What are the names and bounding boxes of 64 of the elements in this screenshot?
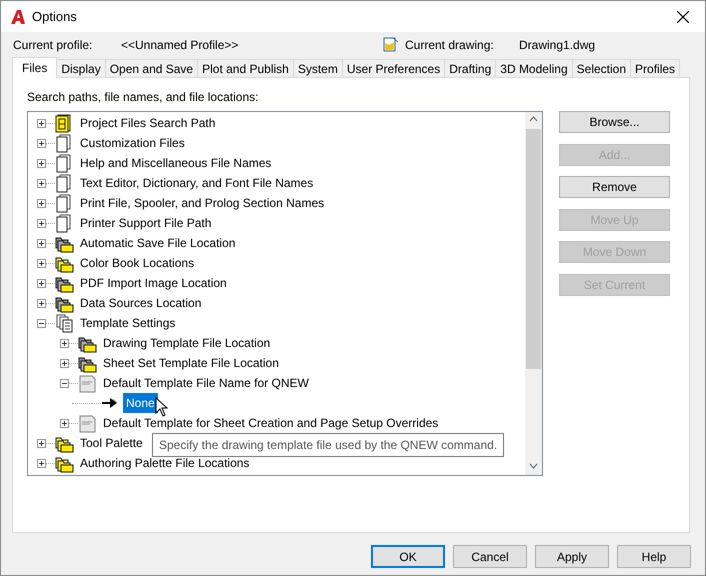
expander[interactable] (37, 118, 46, 128)
dialog-button[interactable]: Apply (535, 545, 609, 568)
tab[interactable]: System (292, 59, 343, 77)
side-button[interactable]: Browse... (559, 111, 670, 133)
side-button[interactable]: Remove (559, 176, 670, 198)
tab[interactable]: Open and Save (104, 59, 198, 77)
tree-item[interactable]: PDF Import Image Location (77, 273, 230, 293)
tab[interactable]: Profiles (630, 59, 680, 77)
expander[interactable] (37, 218, 46, 228)
close-icon (677, 10, 689, 22)
scroll-thumb[interactable] (526, 129, 541, 369)
expander[interactable] (60, 418, 69, 428)
tab[interactable]: Files (12, 57, 58, 78)
template-documents-icon (55, 314, 74, 332)
expander[interactable] (37, 298, 46, 308)
tree-item[interactable]: Tool Palette (77, 433, 146, 453)
expander[interactable] (37, 438, 46, 448)
expander[interactable] (60, 378, 69, 388)
tree-item[interactable]: Default Template File Name for QNEW (100, 373, 312, 393)
tree-item[interactable]: Help and Miscellaneous File Names (77, 153, 274, 173)
expander[interactable] (37, 458, 46, 468)
scrollbar[interactable] (525, 112, 542, 475)
tree-label: Search paths, file names, and file locations: (27, 89, 260, 106)
mouse-pointer-icon (155, 397, 168, 417)
file-locations-tree[interactable] (27, 111, 543, 476)
profile-name: <<Unnamed Profile>> (121, 36, 240, 54)
tree-item[interactable]: Template Settings (77, 313, 178, 333)
profile-label: Current profile: (13, 36, 94, 54)
expander[interactable] (37, 138, 46, 148)
drawing-file-icon (383, 36, 399, 52)
tooltip: Specify the drawing template file used by the QNEW command. (152, 433, 504, 457)
expander[interactable] (37, 178, 46, 188)
expander[interactable] (37, 258, 46, 268)
tree-item[interactable]: Printer Support File Path (77, 213, 214, 233)
tree-item[interactable]: Color Book Locations (77, 253, 198, 273)
expander[interactable] (60, 358, 69, 368)
template-file-icon (78, 374, 97, 392)
tree-item[interactable]: Drawing Template File Location (100, 333, 274, 353)
tree-item[interactable]: None (123, 393, 158, 413)
drawing-label: Current drawing: (405, 36, 495, 54)
tree-item[interactable]: Sheet Set Template File Location (100, 353, 282, 373)
expander[interactable] (37, 158, 46, 168)
drawing-name: Drawing1.dwg (519, 36, 596, 54)
tree-item[interactable]: Text Editor, Dictionary, and Font File Names (77, 173, 316, 193)
tree-item[interactable]: Data Sources Location (77, 293, 204, 313)
dialog-button[interactable]: OK (371, 545, 445, 568)
expander[interactable] (60, 338, 69, 348)
tree-item[interactable]: Default Template for Sheet Creation and Page Setup Overrides (100, 413, 442, 433)
tree-item[interactable]: Print File, Spooler, and Prolog Section Names (77, 193, 328, 213)
tree-item[interactable]: Project Files Search Path (77, 113, 218, 133)
app-logo-icon (10, 8, 26, 24)
tree-item[interactable]: Automatic Save File Location (77, 233, 238, 253)
expander[interactable] (37, 278, 46, 288)
dialog-button[interactable]: Cancel (453, 545, 527, 568)
expander[interactable] (37, 198, 46, 208)
tab[interactable]: Display (56, 59, 106, 77)
tree-item[interactable]: Customization Files (77, 133, 188, 153)
expander[interactable] (37, 238, 46, 248)
window-title: Options (32, 8, 77, 26)
expander[interactable] (37, 318, 46, 328)
template-file-icon (78, 414, 97, 432)
dialog-button[interactable]: Help (617, 545, 691, 568)
tab[interactable]: Drafting (444, 59, 496, 77)
tab[interactable]: 3D Modeling (495, 59, 573, 77)
